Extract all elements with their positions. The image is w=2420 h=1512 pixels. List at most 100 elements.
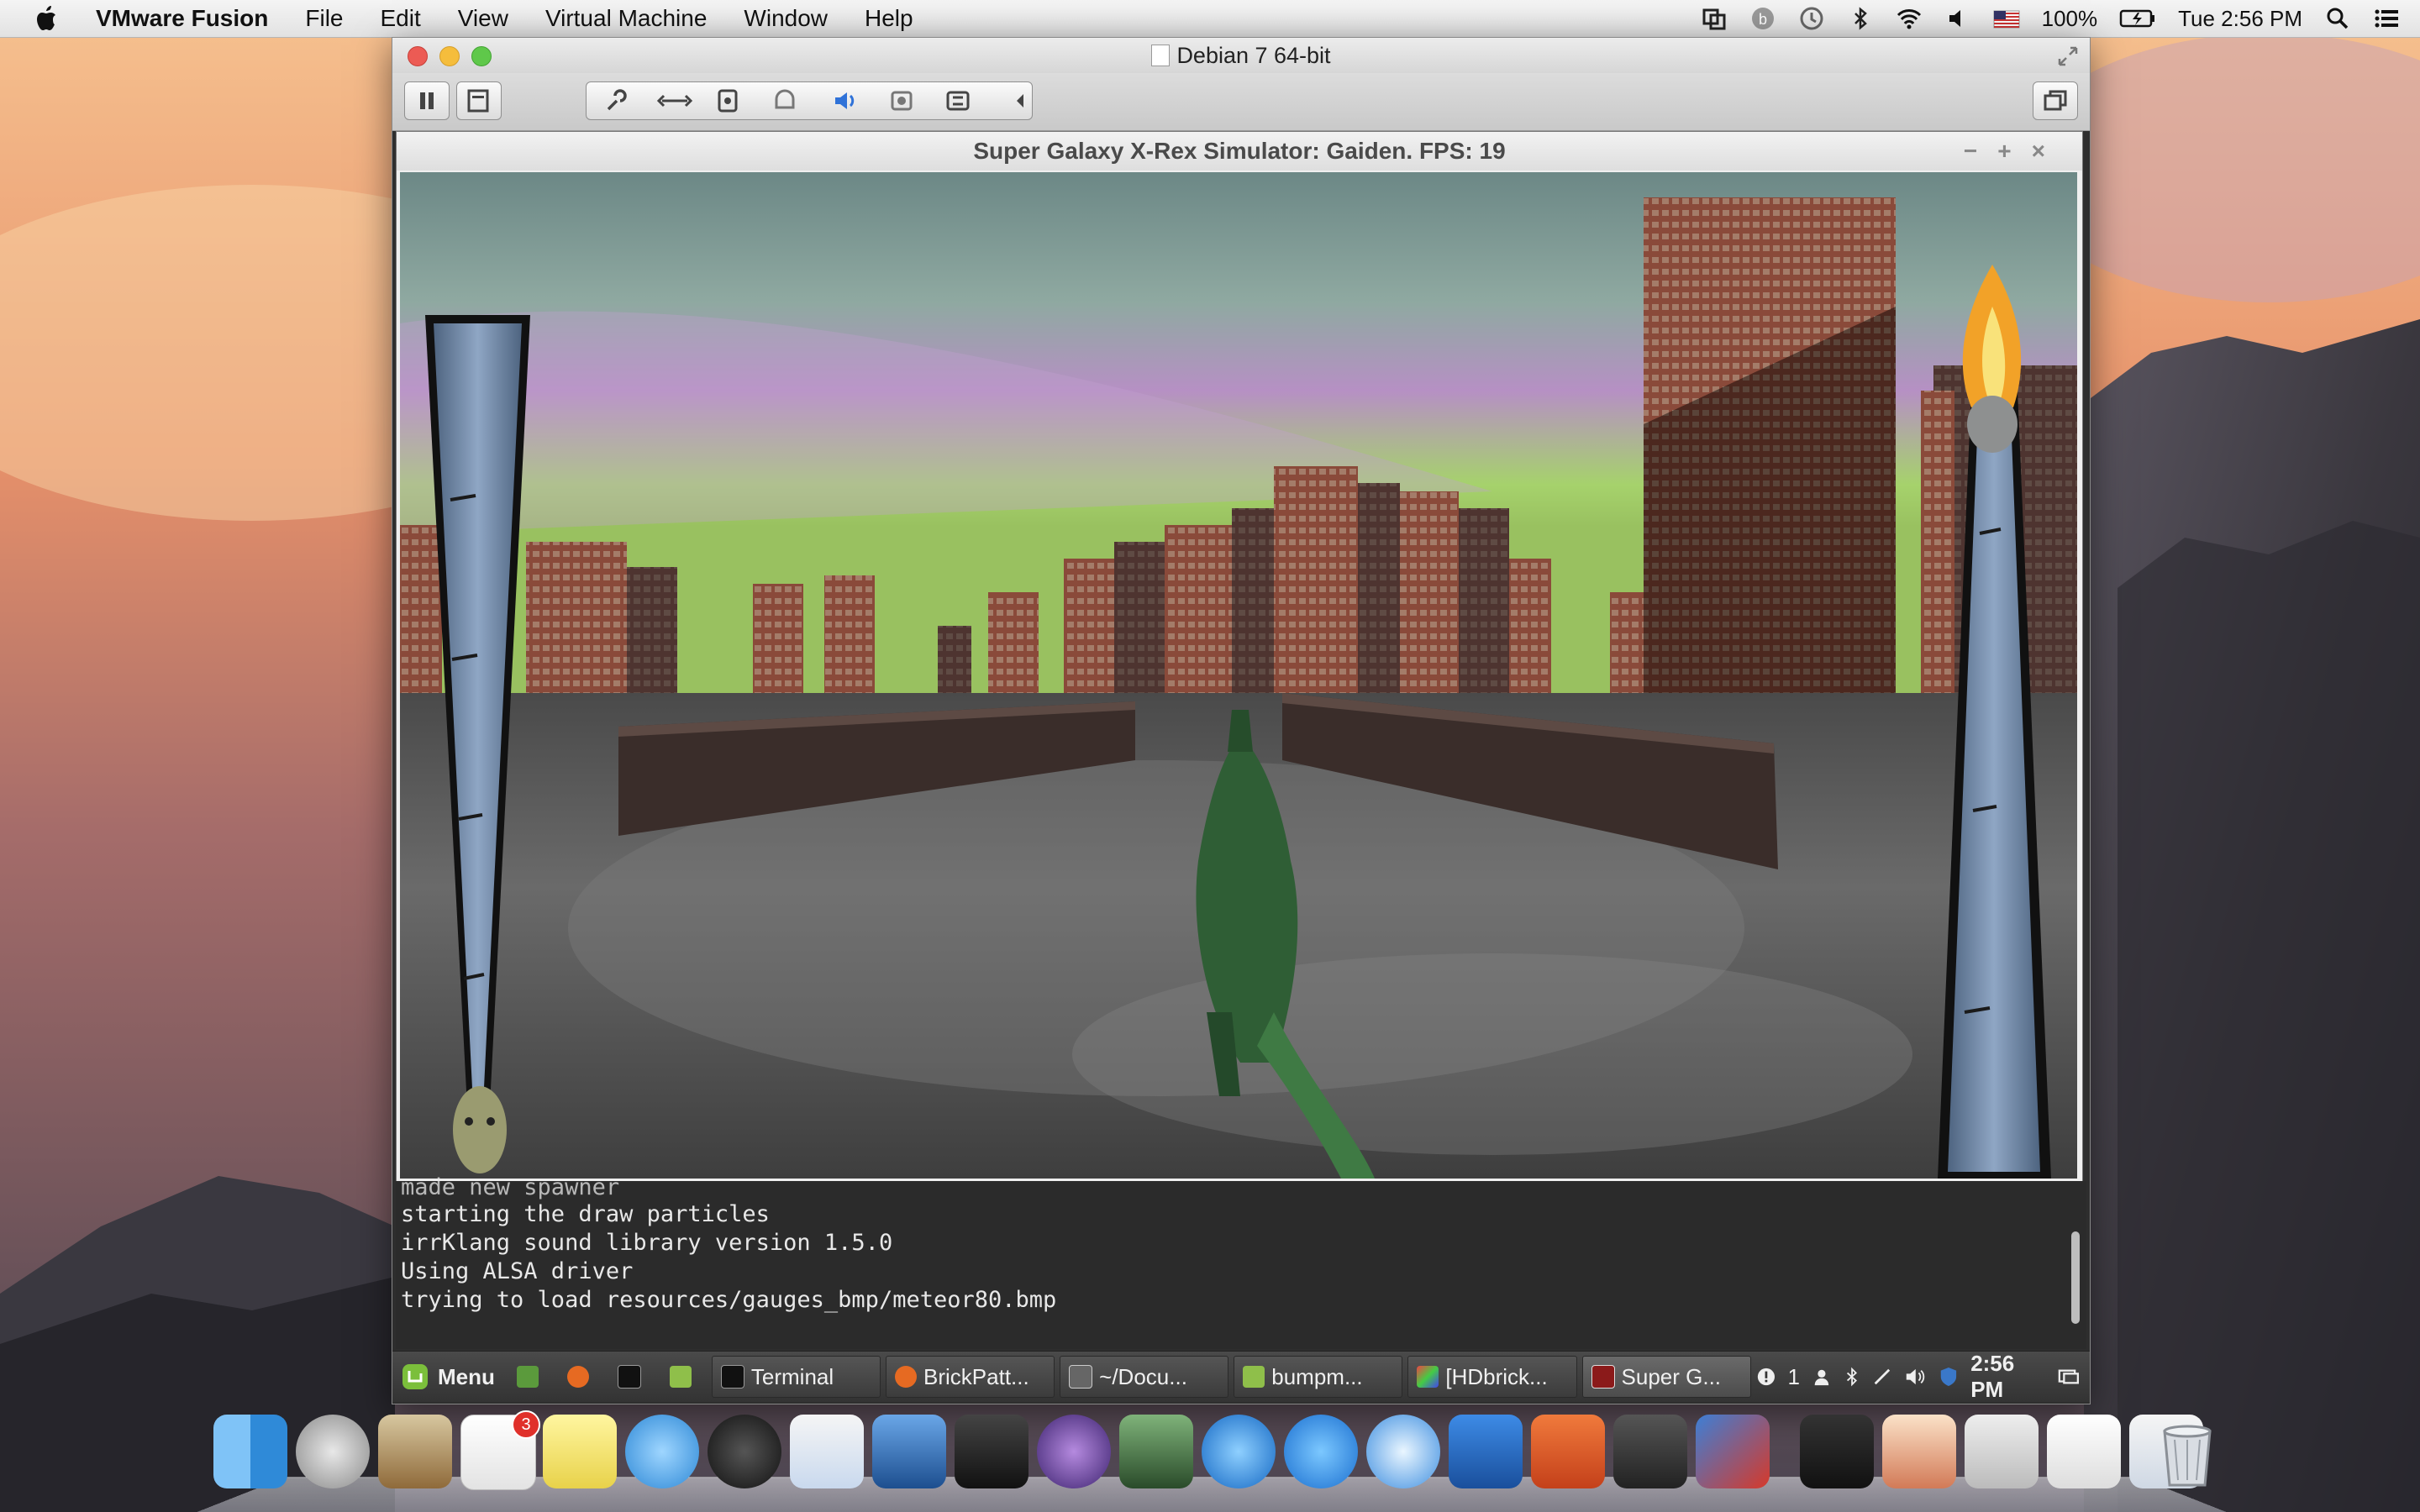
files-launcher[interactable]	[661, 1357, 707, 1397]
menu-help[interactable]: Help	[846, 5, 932, 32]
taskbar-window-documents[interactable]: ~/Docu...	[1060, 1356, 1228, 1398]
menubar-status-tray: b 100% Tue 2:56 PM	[1701, 0, 2400, 37]
itunes-icon[interactable]	[1202, 1415, 1276, 1488]
terminal-line: made new spawner	[401, 1174, 619, 1200]
fusion-titlebar[interactable]: Debian 7 64-bit	[392, 38, 2090, 73]
mail-icon[interactable]	[378, 1415, 452, 1488]
volume-icon[interactable]	[1904, 1366, 1928, 1388]
pause-icon	[405, 82, 449, 119]
trash-icon[interactable]	[2149, 1415, 2225, 1490]
starcraft-icon[interactable]	[872, 1415, 946, 1488]
reminders-icon[interactable]: 3	[460, 1415, 536, 1490]
minimized-document-icon[interactable]	[1965, 1415, 2039, 1488]
vmware-status-icon[interactable]	[1701, 5, 1728, 32]
wifi-icon[interactable]	[1896, 5, 1923, 32]
disk-icon[interactable]	[719, 91, 736, 111]
terminal-launcher[interactable]	[609, 1357, 656, 1397]
menu-virtual-machine[interactable]: Virtual Machine	[527, 5, 725, 32]
minimized-window-icon[interactable]	[1882, 1415, 1956, 1488]
sublime-text-icon[interactable]	[1613, 1415, 1687, 1488]
app-store-icon[interactable]	[1284, 1415, 1358, 1488]
game-titlebar[interactable]: Super Galaxy X-Rex Simulator: Gaiden. FP…	[397, 132, 2082, 171]
final-cut-icon[interactable]	[955, 1415, 1028, 1488]
toolbar-collapse-icon[interactable]	[1017, 94, 1023, 108]
game-window-title: Super Galaxy X-Rex Simulator: Gaiden. FP…	[973, 138, 1505, 164]
notification-center-icon[interactable]	[2373, 5, 2400, 32]
menu-app-name[interactable]: VMware Fusion	[96, 5, 287, 32]
mac-menubar: VMware Fusion File Edit View Virtual Mac…	[0, 0, 2420, 38]
window-label: ~/Docu...	[1099, 1364, 1187, 1390]
taskbar-window-hdbrick[interactable]: [HDbrick...	[1407, 1356, 1576, 1398]
close-window-button[interactable]	[408, 46, 428, 66]
us-flag-icon[interactable]	[1993, 5, 2020, 32]
volume-icon[interactable]	[1944, 5, 1971, 32]
terminal-scrollbar[interactable]	[2071, 1231, 2080, 1324]
guest-os-display[interactable]: Super Galaxy X-Rex Simulator: Gaiden. FP…	[392, 131, 2090, 1404]
image-capture-icon[interactable]	[1119, 1415, 1193, 1488]
menu-window[interactable]: Window	[725, 5, 846, 32]
stickies-icon[interactable]	[543, 1415, 617, 1488]
taskbar-window-brickpatt[interactable]: BrickPatt...	[886, 1356, 1055, 1398]
time-machine-icon[interactable]	[1798, 5, 1825, 32]
unity-view-button[interactable]	[2033, 81, 2078, 120]
fullscreen-icon[interactable]	[2056, 45, 2080, 68]
game-icon	[1591, 1365, 1615, 1389]
safari-icon[interactable]	[1366, 1415, 1440, 1488]
user-icon[interactable]	[1812, 1366, 1832, 1388]
terminal-output[interactable]: made new spawner starting the draw parti…	[396, 1181, 2086, 1349]
window-list-icon[interactable]	[2058, 1367, 2080, 1387]
minimized-terminal-icon[interactable]	[1800, 1415, 1874, 1488]
menu-file[interactable]: File	[287, 5, 361, 32]
mint-menu-button[interactable]: Menu	[392, 1357, 503, 1397]
sound-icon[interactable]	[835, 92, 853, 109]
network-icon[interactable]	[1872, 1366, 1892, 1388]
word-icon[interactable]	[1449, 1415, 1523, 1488]
bluetooth-icon[interactable]	[1844, 1366, 1860, 1388]
desktop-background: VMware Fusion File Edit View Virtual Mac…	[0, 0, 2420, 1512]
shield-icon[interactable]	[1939, 1365, 1959, 1389]
menubar-clock[interactable]: Tue 2:56 PM	[2178, 6, 2302, 32]
finder-icon[interactable]	[213, 1415, 287, 1488]
update-warning-icon[interactable]	[1756, 1366, 1776, 1388]
apple-menu-icon[interactable]	[30, 2, 64, 35]
taskbar-window-terminal[interactable]: Terminal	[712, 1356, 881, 1398]
battery-charging-icon[interactable]	[2119, 5, 2156, 32]
facetime-icon[interactable]	[708, 1415, 781, 1488]
bluetooth-icon[interactable]	[1847, 5, 1874, 32]
game-3d-viewport[interactable]	[400, 172, 2077, 1179]
taskbar-clock[interactable]: 2:56 PM	[1970, 1351, 2046, 1403]
beats-icon[interactable]: b	[1749, 5, 1776, 32]
game-maximize-button[interactable]: +	[1997, 138, 2031, 164]
taskbar-window-bumpm[interactable]: bumpm...	[1234, 1356, 1402, 1398]
window-label: BrickPatt...	[923, 1364, 1029, 1390]
menu-view[interactable]: View	[439, 5, 527, 32]
vmware-fusion-dock-icon[interactable]	[1696, 1415, 1770, 1488]
menu-edit[interactable]: Edit	[362, 5, 439, 32]
minimized-preview-icon[interactable]	[2047, 1415, 2121, 1488]
snapshot-icon	[457, 82, 501, 119]
printer-icon[interactable]	[776, 91, 793, 108]
network-icon[interactable]	[659, 96, 691, 106]
workspace-number[interactable]: 1	[1788, 1364, 1800, 1390]
zoom-window-button[interactable]	[471, 46, 492, 66]
game-close-button[interactable]: ×	[2032, 138, 2065, 164]
game-minimize-button[interactable]: −	[1964, 138, 1997, 164]
suspend-button[interactable]	[404, 81, 450, 120]
minimize-window-button[interactable]	[439, 46, 460, 66]
settings-wrench-icon[interactable]	[608, 91, 625, 109]
launchpad-icon[interactable]	[296, 1415, 370, 1488]
show-desktop-launcher[interactable]	[508, 1357, 554, 1397]
powerpoint-icon[interactable]	[1531, 1415, 1605, 1488]
firefox-launcher[interactable]	[559, 1357, 604, 1397]
snapshot-button[interactable]	[456, 81, 502, 120]
folder-icon	[1243, 1366, 1265, 1388]
usb-sharing-icon[interactable]	[948, 92, 968, 109]
toolbar-icons	[587, 82, 1032, 119]
taskbar-window-super-galaxy[interactable]: Super G...	[1582, 1356, 1751, 1398]
mint-logo-icon	[401, 1362, 429, 1391]
messages-icon[interactable]	[625, 1415, 699, 1488]
camera-icon[interactable]	[892, 92, 911, 109]
imovie-icon[interactable]	[1037, 1415, 1111, 1488]
calendar-icon[interactable]	[790, 1415, 864, 1488]
spotlight-search-icon[interactable]	[2324, 5, 2351, 32]
